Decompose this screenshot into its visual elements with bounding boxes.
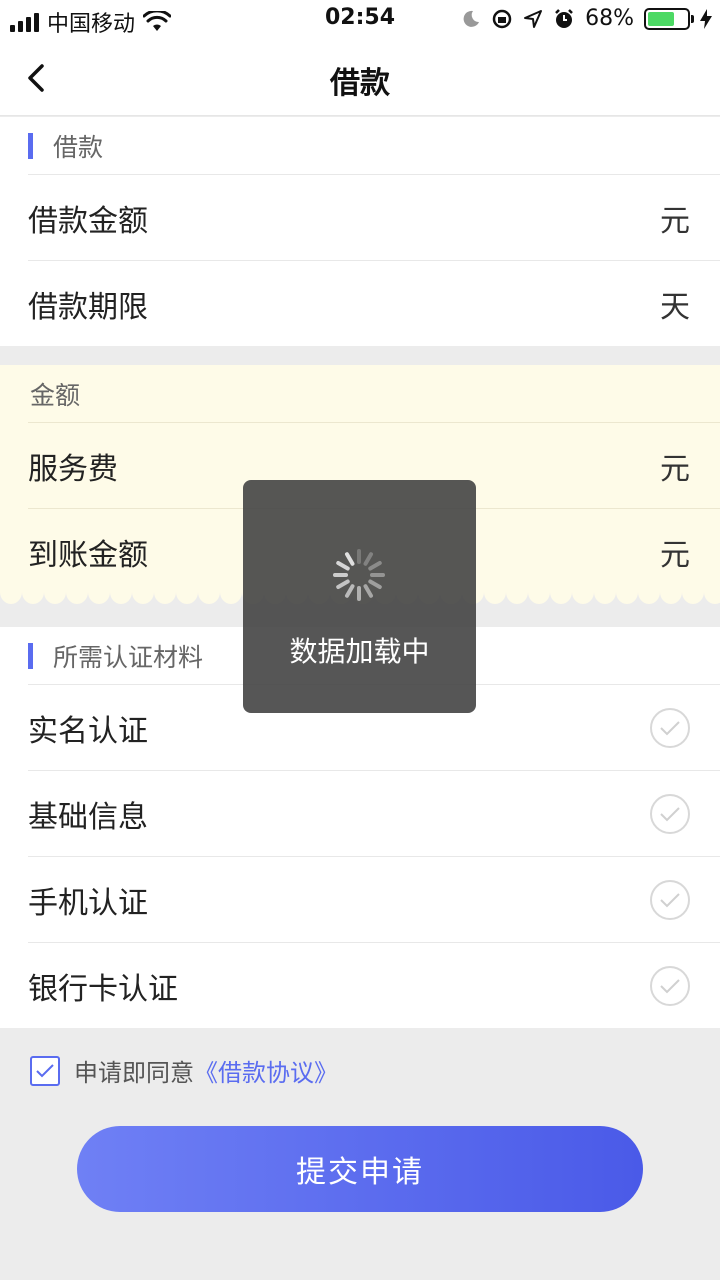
alarm-icon [555,8,573,28]
check-circle-icon [650,793,690,834]
material-item-phone[interactable]: 手机认证 [28,856,720,942]
loan-term-row[interactable]: 借款期限 天 [28,260,720,346]
loan-amount-row[interactable]: 借款金额 元 [28,174,720,260]
charging-icon [700,8,712,29]
agreement: 申请即同意 《借款协议》 [30,1053,338,1088]
section-header-amount: 金额 [30,380,81,410]
agreement-checkbox[interactable] [30,1055,60,1086]
agreement-text: 申请即同意 [74,1059,194,1087]
check-circle-icon [650,707,690,748]
checkmark-icon [36,1063,54,1077]
check-circle-icon [650,879,690,920]
moon-icon [463,10,480,27]
submit-button[interactable]: 提交申请 [77,1126,643,1212]
loading-toast: 数据加载中 [243,480,476,713]
received-amount-unit: 元 [660,537,690,573]
material-item-basic-info[interactable]: 基础信息 [28,770,720,856]
service-fee-unit: 元 [660,451,690,487]
loan-term-label: 借款期限 [28,289,148,325]
loan-term-unit: 天 [660,289,690,325]
page-title: 借款 [330,66,390,101]
check-circle-icon [650,965,690,1006]
loan-agreement-link[interactable]: 《借款协议》 [194,1053,338,1088]
loading-text: 数据加载中 [289,635,430,668]
spinner-icon [333,549,385,601]
section-marker [28,642,33,669]
loan-amount-unit: 元 [660,203,690,239]
received-amount-label: 到账金额 [28,537,148,573]
service-fee-label: 服务费 [28,451,118,487]
status-bar: 中国移动 02:54 68% [0,0,720,40]
rotation-lock-icon [492,9,512,28]
section-marker [28,132,33,159]
material-item-bank-card[interactable]: 银行卡认证 [28,942,720,1028]
battery-icon [644,7,694,30]
nav-bar: 借款 [0,40,720,116]
loan-amount-label: 借款金额 [28,203,148,239]
battery-percent: 68% [585,6,634,31]
section-header-loan: 借款 [0,117,720,174]
loan-section: 借款 借款金额 元 借款期限 天 [0,117,720,346]
location-icon [524,9,543,28]
